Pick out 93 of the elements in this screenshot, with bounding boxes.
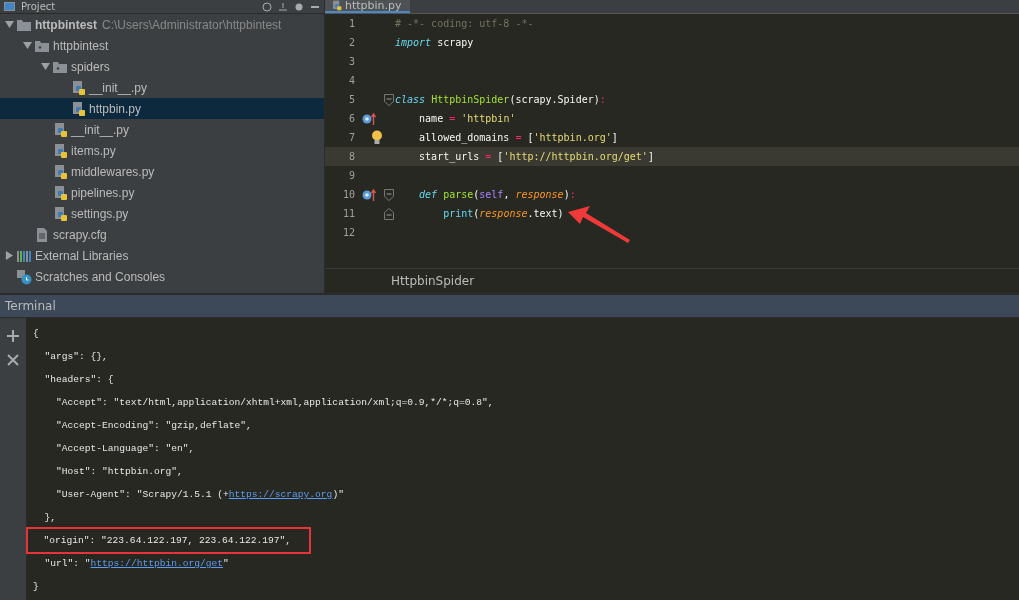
terminal-text: { xyxy=(33,328,39,339)
terminal-text: } xyxy=(33,581,39,592)
line-number: 9 xyxy=(347,170,355,181)
item-label: spiders xyxy=(71,59,110,74)
override-marker-icon[interactable] xyxy=(362,188,376,201)
item-label: settings.py xyxy=(71,206,129,221)
line-number: 12 xyxy=(341,227,355,238)
tree-item[interactable]: settings.py xyxy=(0,203,324,224)
item-label: middlewares.py xyxy=(71,164,155,179)
item-label: httpbintest xyxy=(53,38,109,53)
code-line: allowed_domains = ['httpbin.org'] xyxy=(418,132,618,143)
expand-arrow-icon[interactable] xyxy=(4,251,14,260)
tree-item[interactable]: scrapy.cfg xyxy=(0,224,324,245)
python-file-icon xyxy=(52,163,68,180)
code-line: # -*- coding: utf-8 -*- xyxy=(395,18,534,29)
line-number: 8 xyxy=(347,151,355,162)
terminal-text: "Accept-Encoding": "gzip,deflate", xyxy=(55,420,252,431)
line-number: 3 xyxy=(347,56,355,67)
code-line: def parse(self, response): xyxy=(418,189,576,200)
item-label: httpbintest xyxy=(35,17,97,32)
item-label: scrapy.cfg xyxy=(53,227,107,242)
item-label: pipelines.py xyxy=(71,185,135,200)
item-label: __init__.py xyxy=(71,122,130,137)
line-number: 5 xyxy=(347,94,355,105)
fold-icon[interactable] xyxy=(384,207,394,220)
line-number: 10 xyxy=(341,189,355,200)
file-icon xyxy=(34,226,50,243)
arrow-annotation xyxy=(568,206,630,244)
terminal-text: "User-Agent": "Scrapy/1.5.1 (+ xyxy=(55,489,229,500)
python-file-icon xyxy=(52,121,68,138)
line-number: 6 xyxy=(347,113,355,124)
line-number: 1 xyxy=(347,18,355,29)
link[interactable]: https://httpbin.org/get xyxy=(90,558,223,569)
item-label: items.py xyxy=(71,143,116,158)
breadcrumb[interactable]: HttpbinSpider xyxy=(391,274,475,288)
add-icon[interactable] xyxy=(5,328,21,344)
item-label: __init__.py xyxy=(89,80,148,95)
panel-title: Project xyxy=(21,1,56,12)
project-icon xyxy=(4,2,15,11)
item-label: External Libraries xyxy=(35,248,129,263)
python-file-icon xyxy=(70,79,86,96)
settings-icon[interactable] xyxy=(294,1,304,12)
terminal-text: "Host": "httpbin.org", xyxy=(55,466,183,477)
terminal-text: "Accept": "text/html,application/xhtml+xml,application/xml;q=0.9,*/*;q=0.8", xyxy=(55,397,494,408)
item-label: httpbin.py xyxy=(89,101,142,116)
tree-item[interactable]: Scratches and Consoles xyxy=(0,266,324,287)
tree-item[interactable]: External Libraries xyxy=(0,245,324,266)
panel-title: Terminal xyxy=(5,299,56,313)
editor-tab[interactable]: httpbin.py xyxy=(325,0,410,13)
collapse-arrow-icon[interactable] xyxy=(4,20,14,29)
terminal-text: "Accept-Language": "en", xyxy=(55,443,195,454)
tree-item[interactable]: httpbintest C:\Users\Administrator\httpbintest xyxy=(0,14,324,35)
terminal-text: }, xyxy=(43,512,57,523)
tree-item[interactable]: middlewares.py xyxy=(0,161,324,182)
tree-item[interactable]: pipelines.py xyxy=(0,182,324,203)
folder-path: C:\Users\Administrator\httpbintest xyxy=(102,17,282,32)
code-line: name = 'httpbin' xyxy=(418,113,516,124)
terminal-text: " xyxy=(223,558,229,569)
line-number: 4 xyxy=(347,75,355,86)
collapse-arrow-icon[interactable] xyxy=(22,41,32,50)
code-line: start_urls = ['http://httpbin.org/get'] xyxy=(418,151,654,162)
target-icon[interactable] xyxy=(262,1,272,12)
tree-item[interactable]: __init__.py xyxy=(0,119,324,140)
tree-item[interactable]: spiders xyxy=(0,56,324,77)
tree-item[interactable]: items.py xyxy=(0,140,324,161)
close-icon[interactable] xyxy=(5,352,21,368)
override-marker-icon[interactable] xyxy=(362,112,376,125)
scratches-icon xyxy=(16,268,32,285)
terminal-text: "origin": "223.64.122.197, 223.64.122.197", xyxy=(42,535,292,546)
tree-item[interactable]: httpbin.py xyxy=(0,98,324,119)
item-label: Scratches and Consoles xyxy=(35,269,166,284)
python-file-icon xyxy=(52,184,68,201)
code-line: class HttpbinSpider(scrapy.Spider): xyxy=(395,94,606,105)
terminal-text: "args": {}, xyxy=(43,351,108,362)
terminal-text: "url": " xyxy=(43,558,91,569)
terminal-text: "headers": { xyxy=(43,374,114,385)
fold-icon[interactable] xyxy=(384,188,394,201)
line-number: 7 xyxy=(347,132,355,143)
link[interactable]: https://scrapy.org xyxy=(228,489,333,500)
line-number: 11 xyxy=(341,208,355,219)
code-line: import scrapy xyxy=(395,37,474,48)
fold-icon[interactable] xyxy=(384,93,394,106)
tree-item[interactable]: __init__.py xyxy=(0,77,324,98)
line-number: 2 xyxy=(347,37,355,48)
collapse-arrow-icon[interactable] xyxy=(40,62,50,71)
terminal-text: )" xyxy=(332,489,344,500)
tree-item[interactable]: httpbintest xyxy=(0,35,324,56)
python-file-icon xyxy=(331,0,342,11)
python-file-icon xyxy=(70,100,86,117)
code-line: print(response.text) xyxy=(442,208,564,219)
lightbulb-icon[interactable] xyxy=(371,130,383,145)
python-file-icon xyxy=(52,205,68,222)
python-file-icon xyxy=(52,142,68,159)
